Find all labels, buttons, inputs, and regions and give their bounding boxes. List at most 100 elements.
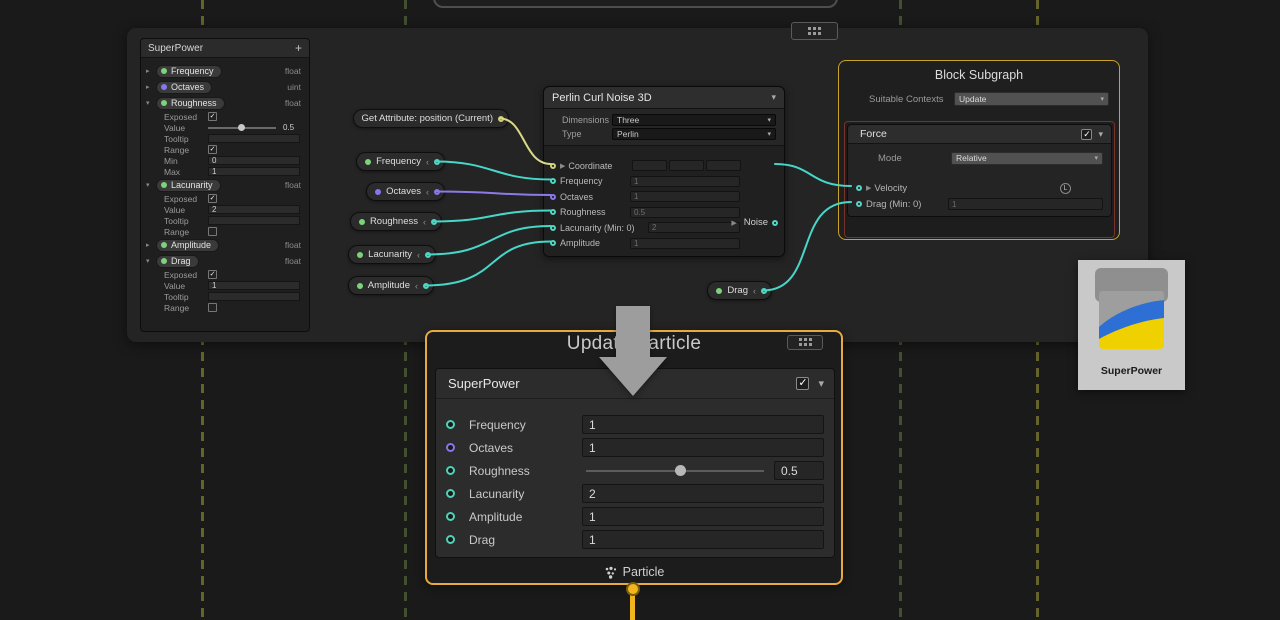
expand-arrow-icon[interactable]: ▶	[560, 162, 565, 170]
value-field[interactable]: 2	[208, 205, 300, 214]
slider-knob[interactable]	[675, 465, 686, 476]
range-checkbox[interactable]	[208, 303, 217, 312]
property-pill-frequency[interactable]: Frequency	[156, 65, 222, 78]
chevron-down-icon[interactable]: ▾	[818, 377, 824, 390]
octaves-output-port[interactable]	[434, 189, 440, 195]
property-pill-octaves[interactable]: Octaves	[156, 81, 212, 94]
amplitude-port[interactable]	[446, 512, 455, 521]
lacunarity-port[interactable]	[446, 489, 455, 498]
velocity-input-port[interactable]	[856, 185, 862, 191]
min-field[interactable]: 0	[208, 156, 300, 165]
roughness-input-port[interactable]	[550, 209, 556, 215]
range-checkbox[interactable]: ✓	[208, 145, 217, 154]
chevron-right-icon[interactable]: ▸	[146, 67, 156, 75]
octaves-input-port[interactable]	[550, 194, 556, 200]
force-block-header[interactable]: Force ✓ ▾	[848, 125, 1111, 144]
tooltip-field[interactable]	[208, 292, 300, 301]
perlin-curl-noise-node[interactable]: Perlin Curl Noise 3D ▾ Dimensions Three …	[543, 86, 785, 257]
coordinate-input-port[interactable]	[550, 163, 556, 169]
slider-track[interactable]	[586, 470, 764, 472]
collapse-icon[interactable]: ‹	[417, 250, 420, 260]
collapse-icon[interactable]: ‹	[426, 157, 429, 167]
asset-card[interactable]: SuperPower	[1078, 260, 1185, 390]
octaves-port[interactable]	[446, 443, 455, 452]
suitable-contexts-dropdown[interactable]: Update ▾	[954, 92, 1109, 106]
parameter-node-drag[interactable]: Drag ‹	[707, 281, 772, 300]
coordinate-x-field[interactable]	[632, 160, 667, 171]
lacunarity-input-port[interactable]	[550, 225, 556, 231]
context-debug-toggle[interactable]	[787, 335, 823, 350]
property-row-octaves[interactable]: ▸ Octaves uint	[141, 79, 309, 95]
slider-track[interactable]	[208, 127, 276, 129]
drag-input-port[interactable]	[856, 201, 862, 207]
drag-port[interactable]	[446, 535, 455, 544]
roughness-output-port[interactable]	[431, 219, 437, 225]
property-pill-lacunarity[interactable]: Lacunarity	[156, 179, 221, 192]
collapse-icon[interactable]: ‹	[423, 217, 426, 227]
collapse-icon[interactable]: ‹	[753, 286, 756, 296]
node-header[interactable]: Perlin Curl Noise 3D ▾	[544, 87, 784, 109]
octaves-value-field[interactable]: 1	[630, 191, 740, 202]
chevron-down-icon[interactable]: ▾	[771, 92, 776, 103]
max-field[interactable]: 1	[208, 167, 300, 176]
amplitude-output-port[interactable]	[423, 283, 429, 289]
property-row-roughness[interactable]: ▾ Roughness float	[141, 95, 309, 111]
property-row-frequency[interactable]: ▸ Frequency float	[141, 63, 309, 79]
property-row-drag[interactable]: ▾ Drag float	[141, 253, 309, 269]
get-attribute-node[interactable]: Get Attribute: position (Current)	[353, 109, 509, 128]
value-slider[interactable]	[208, 127, 276, 129]
property-row-amplitude[interactable]: ▸ Amplitude float	[141, 237, 309, 253]
noise-output-port[interactable]	[772, 220, 778, 226]
octaves-input[interactable]: 1	[582, 438, 824, 457]
frequency-input-port[interactable]	[550, 178, 556, 184]
property-row-lacunarity[interactable]: ▾ Lacunarity float	[141, 177, 309, 193]
frequency-output-port[interactable]	[434, 159, 440, 165]
drag-output-port[interactable]	[761, 288, 767, 294]
chevron-right-icon[interactable]: ▸	[146, 83, 156, 91]
context-debug-toggle[interactable]	[791, 22, 838, 40]
parameter-node-roughness[interactable]: Roughness ‹	[350, 212, 442, 231]
type-dropdown[interactable]: Perlin ▾	[612, 128, 776, 140]
collapse-icon[interactable]: ‹	[426, 187, 429, 197]
property-pill-drag[interactable]: Drag	[156, 255, 199, 268]
slider-knob[interactable]	[238, 124, 245, 131]
coordinate-y-field[interactable]	[669, 160, 704, 171]
parameter-node-octaves[interactable]: Octaves ‹	[366, 182, 445, 201]
chevron-down-icon[interactable]: ▾	[146, 181, 156, 189]
range-checkbox[interactable]	[208, 227, 217, 236]
flow-edge[interactable]	[630, 595, 635, 620]
block-enable-checkbox[interactable]: ✓	[1081, 129, 1092, 140]
force-block[interactable]: Force ✓ ▾ Mode Relative ▾ ▶ V	[847, 124, 1112, 217]
tooltip-field[interactable]	[208, 134, 300, 143]
mode-dropdown[interactable]: Relative ▾	[951, 152, 1103, 165]
roughness-value-box[interactable]: 0.5	[774, 461, 824, 480]
amplitude-input-port[interactable]	[550, 240, 556, 246]
position-output-port[interactable]	[498, 116, 504, 122]
expand-arrow-icon[interactable]: ▶	[866, 184, 871, 192]
drag-input[interactable]: 1	[582, 530, 824, 549]
lacunarity-input[interactable]: 2	[582, 484, 824, 503]
parameter-node-lacunarity[interactable]: Lacunarity ‹	[348, 245, 436, 264]
block-enable-checkbox[interactable]: ✓	[796, 377, 809, 390]
amplitude-value-field[interactable]: 1	[630, 238, 740, 249]
coordinate-z-field[interactable]	[706, 160, 741, 171]
space-local-badge[interactable]: L	[1060, 183, 1071, 194]
chevron-right-icon[interactable]: ▸	[146, 241, 156, 249]
exposed-checkbox[interactable]: ✓	[208, 112, 217, 121]
exposed-checkbox[interactable]: ✓	[208, 194, 217, 203]
flow-anchor[interactable]	[626, 582, 640, 596]
frequency-value-field[interactable]: 1	[630, 176, 740, 187]
lacunarity-output-port[interactable]	[425, 252, 431, 258]
parameter-node-frequency[interactable]: Frequency ‹	[356, 152, 445, 171]
frequency-input[interactable]: 1	[582, 415, 824, 434]
lacunarity-value-field[interactable]: 2	[648, 222, 740, 233]
collapse-icon[interactable]: ‹	[415, 281, 418, 291]
exposed-checkbox[interactable]: ✓	[208, 270, 217, 279]
roughness-value-field[interactable]: 0.5	[630, 207, 740, 218]
background-context-cutoff[interactable]	[433, 0, 838, 8]
amplitude-input[interactable]: 1	[582, 507, 824, 526]
chevron-down-icon[interactable]: ▾	[1098, 129, 1103, 140]
dimensions-dropdown[interactable]: Three ▾	[612, 114, 776, 126]
property-pill-amplitude[interactable]: Amplitude	[156, 239, 219, 252]
add-property-button[interactable]: +	[295, 41, 302, 55]
